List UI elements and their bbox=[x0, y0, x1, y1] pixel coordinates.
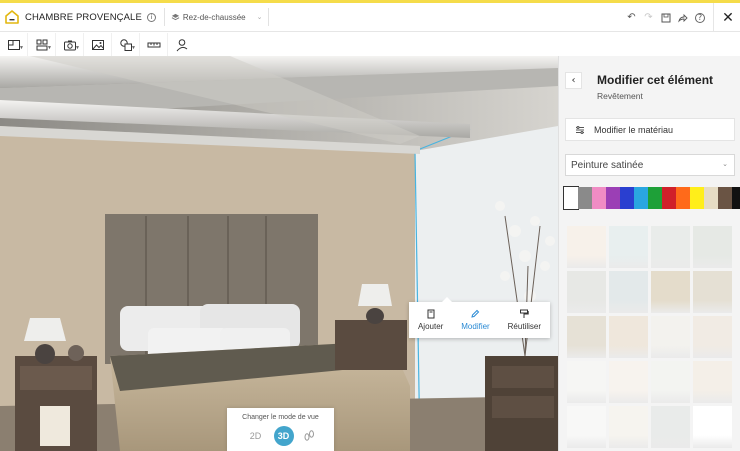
floor-selector[interactable]: Rez-de-chaussée ⌄ bbox=[171, 8, 270, 26]
color-swatch[interactable] bbox=[606, 187, 620, 209]
header-actions: ↶ ↷ ? ✕ bbox=[623, 3, 740, 32]
divider bbox=[713, 3, 714, 32]
paint-color-tile[interactable] bbox=[651, 316, 690, 358]
color-swatch[interactable] bbox=[634, 187, 648, 209]
modify-button[interactable]: Modifier bbox=[461, 309, 490, 331]
paint-roller-icon bbox=[520, 309, 530, 318]
paint-color-tile[interactable] bbox=[609, 226, 648, 268]
paint-color-tile[interactable] bbox=[567, 226, 606, 268]
paint-color-tile[interactable] bbox=[693, 406, 732, 448]
paint-color-grid bbox=[567, 226, 735, 448]
undo-icon[interactable]: ↶ bbox=[623, 12, 640, 23]
floor-plan-button[interactable]: ▼ bbox=[0, 33, 28, 56]
paint-color-tile[interactable] bbox=[651, 271, 690, 313]
color-swatch[interactable] bbox=[690, 187, 704, 209]
camera-button[interactable]: ▼ bbox=[56, 33, 84, 56]
paint-color-tile[interactable] bbox=[651, 361, 690, 403]
save-icon[interactable] bbox=[661, 13, 671, 23]
chevron-down-icon: ⌄ bbox=[256, 14, 263, 21]
modify-label: Modifier bbox=[461, 322, 490, 331]
add-label: Ajouter bbox=[417, 322, 444, 331]
divider bbox=[163, 8, 165, 26]
dropdown-arrow-icon: ▼ bbox=[131, 45, 136, 51]
color-swatch[interactable] bbox=[662, 187, 676, 209]
color-swatch[interactable] bbox=[648, 187, 662, 209]
modify-material-button[interactable]: Modifier le matériau bbox=[565, 118, 735, 141]
paint-color-tile[interactable] bbox=[693, 226, 732, 268]
bedroom-render bbox=[0, 56, 558, 451]
assistant-icon bbox=[176, 38, 188, 51]
panel-title: Modifier cet élément bbox=[597, 73, 714, 87]
close-icon[interactable]: ✕ bbox=[718, 10, 738, 26]
share-icon[interactable] bbox=[678, 13, 688, 23]
sliders-icon bbox=[576, 125, 584, 134]
mode-2d-button[interactable]: 2D bbox=[246, 426, 266, 446]
paint-color-tile[interactable] bbox=[567, 316, 606, 358]
color-swatch[interactable] bbox=[718, 187, 732, 209]
help-icon[interactable]: ? bbox=[695, 12, 705, 23]
assistant-button[interactable] bbox=[168, 33, 196, 56]
paint-color-tile[interactable] bbox=[651, 226, 690, 268]
color-swatch[interactable] bbox=[704, 187, 718, 209]
measure-button[interactable] bbox=[140, 33, 168, 56]
redo-icon[interactable]: ↷ bbox=[640, 12, 657, 23]
divider bbox=[268, 8, 270, 26]
info-icon[interactable]: i bbox=[146, 12, 156, 22]
paint-color-tile[interactable] bbox=[567, 271, 606, 313]
paint-color-tile[interactable] bbox=[567, 406, 606, 448]
dropdown-arrow-icon: ▼ bbox=[47, 45, 52, 51]
edit-panel: ‹ Modifier cet élément Revêtement Modifi… bbox=[558, 56, 740, 451]
footsteps-icon[interactable] bbox=[302, 429, 316, 443]
finish-select-value: Peinture satinée bbox=[571, 159, 644, 171]
color-swatch[interactable] bbox=[563, 186, 579, 210]
picture-icon bbox=[91, 39, 104, 50]
chevron-down-icon: ⌄ bbox=[722, 161, 728, 168]
pencil-icon bbox=[471, 309, 480, 318]
chevron-left-icon[interactable]: ‹ bbox=[565, 72, 582, 89]
add-item-icon bbox=[427, 309, 435, 319]
finish-select[interactable]: Peinture satinée ⌄ bbox=[565, 154, 735, 176]
paint-color-tile[interactable] bbox=[693, 316, 732, 358]
paint-color-tile[interactable] bbox=[609, 316, 648, 358]
reuse-label: Réutiliser bbox=[507, 322, 541, 331]
paint-color-tile[interactable] bbox=[567, 361, 606, 403]
paint-color-tile[interactable] bbox=[609, 271, 648, 313]
paint-color-tile[interactable] bbox=[693, 271, 732, 313]
logo-house-icon[interactable] bbox=[4, 9, 20, 25]
view-mode-switcher: Changer le mode de vue 2D 3D bbox=[227, 408, 334, 451]
paint-color-tile[interactable] bbox=[651, 406, 690, 448]
color-swatch[interactable] bbox=[578, 187, 592, 209]
stack-icon bbox=[171, 13, 180, 20]
view-mode-label: Changer le mode de vue bbox=[242, 414, 319, 421]
shapes-button[interactable]: ▼ bbox=[112, 33, 140, 56]
project-title[interactable]: CHAMBRE PROVENÇALE bbox=[25, 12, 142, 23]
add-button[interactable]: Ajouter bbox=[418, 309, 443, 331]
color-swatch[interactable] bbox=[676, 187, 690, 209]
floor-label: Rez-de-chaussée bbox=[182, 12, 246, 22]
view-mode-options: 2D 3D bbox=[227, 426, 334, 446]
color-swatch[interactable] bbox=[620, 187, 634, 209]
measure-icon bbox=[147, 42, 160, 47]
color-swatch[interactable] bbox=[592, 187, 606, 209]
reuse-button[interactable]: Réutiliser bbox=[508, 309, 541, 331]
paint-color-tile[interactable] bbox=[609, 406, 648, 448]
panel-subtitle: Revêtement bbox=[597, 91, 643, 101]
toolbar: ▼ ▼ ▼ ▼ bbox=[0, 33, 200, 56]
3d-viewport[interactable] bbox=[0, 56, 558, 451]
color-filter-swatches bbox=[563, 186, 740, 210]
paint-color-tile[interactable] bbox=[693, 361, 732, 403]
picture-button[interactable] bbox=[84, 33, 112, 56]
dropdown-arrow-icon: ▼ bbox=[19, 45, 24, 51]
modify-material-label: Modifier le matériau bbox=[594, 124, 674, 135]
app-header: CHAMBRE PROVENÇALE i Rez-de-chaussée ⌄ ↶… bbox=[0, 3, 740, 32]
element-action-popup: Ajouter Modifier Réutiliser bbox=[409, 297, 550, 338]
dropdown-arrow-icon: ▼ bbox=[75, 45, 80, 51]
paint-color-tile[interactable] bbox=[609, 361, 648, 403]
mode-3d-button[interactable]: 3D bbox=[273, 426, 294, 446]
build-button[interactable]: ▼ bbox=[28, 33, 56, 56]
color-swatch[interactable] bbox=[732, 187, 740, 209]
